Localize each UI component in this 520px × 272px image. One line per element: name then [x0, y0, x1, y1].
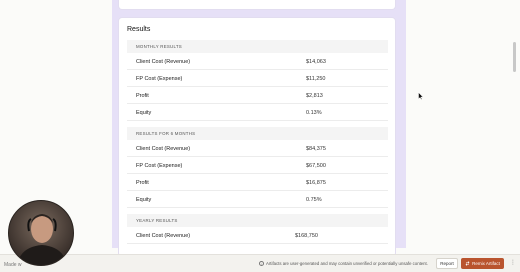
artifact-footer: Made w i Artifacts are user-generated an…: [0, 254, 520, 272]
row-label: Client Cost (Revenue): [136, 59, 191, 65]
more-options-icon[interactable]: ⋮: [510, 259, 516, 266]
made-with-label: Made w: [4, 262, 22, 268]
section-header-6-months: RESULTS FOR 6 MONTHS: [127, 127, 388, 140]
table-row: FP Cost (Expense) $67,500: [127, 157, 388, 174]
row-value: 0.13%: [306, 110, 322, 116]
results-card: Results MONTHLY RESULTS Client Cost (Rev…: [118, 17, 396, 257]
row-value: $168,750: [295, 233, 318, 239]
table-row: FP Cost (Expense) $11,250: [127, 70, 388, 87]
table-row: Client Cost (Revenue) $84,375: [127, 140, 388, 157]
row-label: Client Cost (Revenue): [136, 146, 191, 152]
section-header-monthly: MONTHLY RESULTS: [127, 40, 388, 53]
disclaimer: i Artifacts are user-generated and may c…: [259, 261, 428, 266]
section-header-yearly: YEARLY RESULTS: [127, 214, 388, 227]
table-row: Equity 0.13%: [127, 104, 388, 121]
row-label: FP Cost (Expense): [136, 163, 183, 169]
table-row: Profit $2,813: [127, 87, 388, 104]
row-value: $16,875: [306, 180, 326, 186]
row-value: $14,063: [306, 59, 326, 65]
row-label: Equity: [136, 110, 152, 116]
info-icon: i: [259, 261, 264, 266]
results-title: Results: [127, 26, 151, 33]
remix-label: Remix Artifact: [472, 261, 500, 266]
table-row: Client Cost (Revenue) $168,750: [127, 227, 388, 244]
row-value: $11,250: [306, 76, 326, 82]
remix-icon: [465, 261, 470, 266]
row-label: Profit: [136, 93, 149, 99]
table-row: Client Cost (Revenue) $14,063: [127, 53, 388, 70]
row-value: 0.75%: [306, 197, 322, 203]
row-label: Profit: [136, 180, 149, 186]
mouse-cursor-icon: [418, 92, 424, 100]
scrollbar-thumb[interactable]: [513, 42, 516, 72]
row-value: $67,500: [306, 163, 326, 169]
row-value: $84,375: [306, 146, 326, 152]
row-label: FP Cost (Expense): [136, 76, 183, 82]
table-row: Equity 0.75%: [127, 191, 388, 208]
row-label: Equity: [136, 197, 152, 203]
webcam-video: [8, 200, 74, 266]
disclaimer-text: Artifacts are user-generated and may con…: [266, 261, 428, 266]
remix-artifact-button[interactable]: Remix Artifact: [461, 258, 504, 269]
row-label: Client Cost (Revenue): [136, 233, 191, 239]
previous-card: [118, 0, 396, 10]
row-value: $2,813: [306, 93, 323, 99]
presenter-silhouette: [17, 214, 67, 265]
table-row: Profit $16,875: [127, 174, 388, 191]
page-scrollbar[interactable]: [512, 0, 518, 248]
report-button[interactable]: Report: [436, 258, 458, 269]
